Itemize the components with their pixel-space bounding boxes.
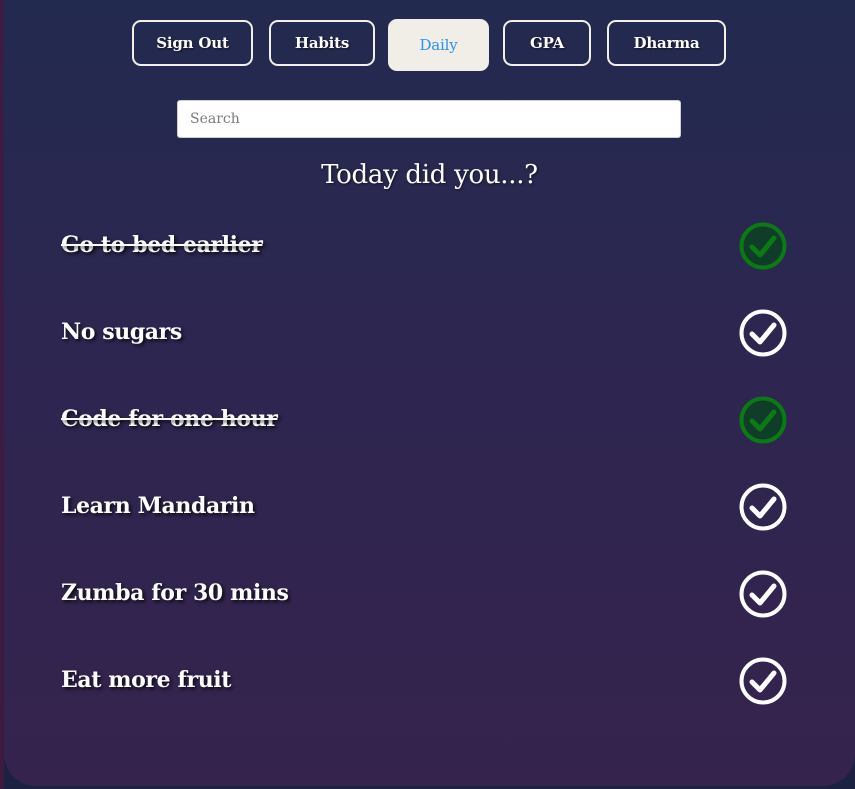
check-circle-icon[interactable] <box>739 309 787 357</box>
daily-tab[interactable]: Daily <box>388 19 489 71</box>
app-panel: Sign Out Habits Daily GPA Dharma Today d… <box>4 0 855 786</box>
search-input[interactable] <box>177 100 681 138</box>
habit-row: Code for one hour <box>4 392 855 452</box>
habits-tab[interactable]: Habits <box>269 20 375 66</box>
check-circle-icon[interactable] <box>739 222 787 270</box>
habit-row: Zumba for 30 mins <box>4 566 855 626</box>
habit-label: Go to bed earlier <box>61 232 263 258</box>
page-heading: Today did you...? <box>321 160 538 190</box>
habit-label: Eat more fruit <box>61 667 232 693</box>
sign-out-button[interactable]: Sign Out <box>132 20 253 66</box>
habit-row: Go to bed earlier <box>4 218 855 278</box>
habit-label: Learn Mandarin <box>61 493 255 519</box>
check-circle-icon[interactable] <box>739 396 787 444</box>
top-nav: Sign Out Habits Daily GPA Dharma <box>4 19 855 72</box>
check-circle-icon[interactable] <box>739 570 787 618</box>
habit-label: Zumba for 30 mins <box>61 580 289 606</box>
gpa-tab[interactable]: GPA <box>503 20 591 66</box>
habit-label: No sugars <box>61 319 182 345</box>
check-circle-icon[interactable] <box>739 483 787 531</box>
habit-row: Learn Mandarin <box>4 479 855 539</box>
habit-row: Eat more fruit <box>4 653 855 713</box>
dharma-tab[interactable]: Dharma <box>607 20 726 66</box>
check-circle-icon[interactable] <box>739 657 787 705</box>
habit-label: Code for one hour <box>61 406 278 432</box>
habit-row: No sugars <box>4 305 855 365</box>
